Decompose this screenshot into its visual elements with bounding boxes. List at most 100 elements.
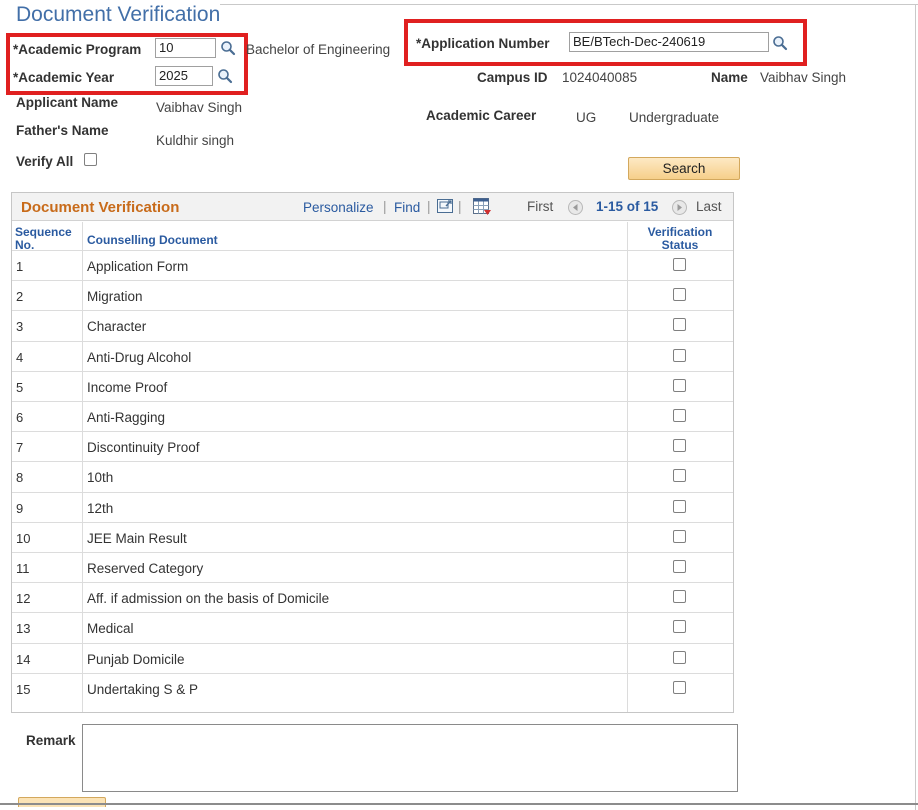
row-document-name: JEE Main Result — [87, 530, 187, 546]
table-row: 14 Punjab Domicile — [12, 642, 733, 673]
name-value: Vaibhav Singh — [760, 70, 847, 85]
application-number-lookup-icon[interactable] — [772, 35, 788, 51]
header-separator: | — [458, 199, 462, 214]
column-divider — [82, 222, 83, 712]
col-header-sequence[interactable]: Sequence No. — [15, 226, 72, 252]
academic-program-input[interactable]: 10 — [155, 38, 216, 58]
row-sequence-number: 1 — [16, 259, 24, 274]
row-verification-checkbox[interactable] — [673, 680, 686, 694]
row-verification-checkbox[interactable] — [673, 258, 686, 271]
row-verification-checkbox[interactable] — [673, 560, 686, 573]
name-label: Name — [711, 70, 748, 85]
table-row: 1 Application Form — [12, 250, 733, 280]
row-verification-checkbox[interactable] — [673, 439, 686, 453]
table-row: 5 Income Proof — [12, 370, 733, 401]
row-sequence-number: 5 — [16, 379, 24, 395]
table-row: 3 Character — [12, 310, 733, 341]
table-row: 7 Discontinuity Proof — [12, 431, 733, 462]
row-document-name: Punjab Domicile — [87, 651, 185, 667]
row-sequence-number: 2 — [16, 289, 24, 305]
row-document-name: Character — [87, 319, 147, 335]
right-border — [915, 4, 916, 810]
row-verification-checkbox[interactable] — [673, 650, 686, 664]
campus-id-label: Campus ID — [477, 70, 548, 85]
remark-label: Remark — [26, 733, 76, 748]
row-document-name: Anti-Ragging — [87, 410, 166, 425]
page-title: Document Verification — [16, 3, 221, 26]
row-verification-checkbox[interactable] — [673, 348, 686, 362]
row-verification-checkbox[interactable] — [673, 469, 686, 483]
row-verification-checkbox[interactable] — [673, 288, 686, 302]
academic-program-label: *Academic Program — [13, 42, 142, 57]
row-document-name: Reserved Category — [87, 561, 204, 576]
partial-button[interactable] — [18, 797, 106, 807]
row-document-name: Anti-Drug Alcohol — [87, 349, 192, 365]
table-row: 6 Anti-Ragging — [12, 401, 733, 431]
last-link[interactable]: Last — [696, 199, 722, 214]
table-row: 11 Reserved Category — [12, 552, 733, 582]
row-verification-checkbox[interactable] — [673, 409, 686, 422]
search-button[interactable]: Search — [628, 157, 740, 180]
grid-header-bar: Document Verification Personalize | Find… — [12, 193, 733, 221]
academic-year-lookup-icon[interactable] — [217, 68, 233, 84]
col-header-verification-status[interactable]: Verification Status — [628, 226, 732, 252]
row-sequence-number: 6 — [16, 410, 24, 425]
table-row: 13 Medical — [12, 612, 733, 643]
row-sequence-number: 10 — [16, 530, 31, 546]
table-row: 2 Migration — [12, 280, 733, 311]
row-verification-checkbox[interactable] — [673, 590, 686, 604]
prev-arrow-icon[interactable] — [568, 200, 583, 215]
remark-textarea[interactable] — [82, 724, 738, 792]
table-row: 10 JEE Main Result — [12, 521, 733, 552]
table-row: 4 Anti-Drug Alcohol — [12, 340, 733, 371]
personalize-link[interactable]: Personalize — [303, 200, 374, 215]
row-sequence-number: 13 — [16, 621, 31, 637]
row-verification-checkbox[interactable] — [673, 378, 686, 392]
row-range: 1-15 of 15 — [596, 199, 659, 214]
fathers-name-label: Father's Name — [16, 123, 109, 138]
table-row: 15 Undertaking S & P — [12, 672, 733, 703]
row-document-name: Undertaking S & P — [87, 681, 199, 697]
row-verification-checkbox[interactable] — [673, 318, 686, 332]
header-separator: | — [383, 199, 387, 214]
academic-career-label: Academic Career — [426, 108, 537, 123]
row-document-name: Application Form — [87, 259, 189, 274]
zoom-grid-icon[interactable] — [437, 199, 454, 214]
column-divider — [627, 222, 628, 712]
row-verification-checkbox[interactable] — [673, 529, 686, 543]
row-sequence-number: 15 — [16, 681, 31, 697]
bottom-border — [0, 803, 918, 805]
academic-program-lookup-icon[interactable] — [220, 40, 236, 56]
top-border — [220, 4, 918, 5]
row-sequence-number: 7 — [16, 440, 24, 456]
row-document-name: Aff. if admission on the basis of Domici… — [87, 591, 330, 607]
row-verification-checkbox[interactable] — [673, 499, 686, 513]
header-separator: | — [427, 199, 431, 214]
row-verification-checkbox[interactable] — [673, 620, 686, 634]
academic-year-label: *Academic Year — [13, 70, 115, 85]
row-sequence-number: 8 — [16, 470, 24, 486]
application-number-input[interactable]: BE/BTech-Dec-240619 — [569, 32, 769, 52]
row-sequence-number: 3 — [16, 319, 24, 335]
fathers-name-value: Kuldhir singh — [156, 133, 235, 148]
first-link[interactable]: First — [527, 199, 553, 214]
next-arrow-icon[interactable] — [672, 200, 687, 215]
document-verification-grid: Document Verification Personalize | Find… — [11, 192, 734, 713]
academic-year-input[interactable]: 2025 — [155, 66, 213, 86]
grid-title: Document Verification — [21, 199, 180, 216]
verify-all-checkbox[interactable] — [84, 153, 97, 166]
find-link[interactable]: Find — [394, 200, 420, 215]
academic-program-description: Bachelor of Engineering — [246, 42, 391, 57]
download-to-excel-icon[interactable] — [473, 198, 492, 216]
row-document-name: 10th — [87, 470, 114, 486]
row-sequence-number: 4 — [16, 349, 24, 365]
academic-career-description: Undergraduate — [629, 110, 720, 125]
application-number-label: *Application Number — [416, 36, 550, 51]
row-sequence-number: 11 — [16, 561, 30, 576]
row-sequence-number: 14 — [16, 651, 31, 667]
applicant-name-value: Vaibhav Singh — [156, 100, 243, 115]
row-document-name: Income Proof — [87, 379, 168, 395]
row-sequence-number: 12 — [16, 591, 31, 607]
col-header-document[interactable]: Counselling Document — [87, 234, 218, 247]
row-document-name: 12th — [87, 500, 114, 516]
